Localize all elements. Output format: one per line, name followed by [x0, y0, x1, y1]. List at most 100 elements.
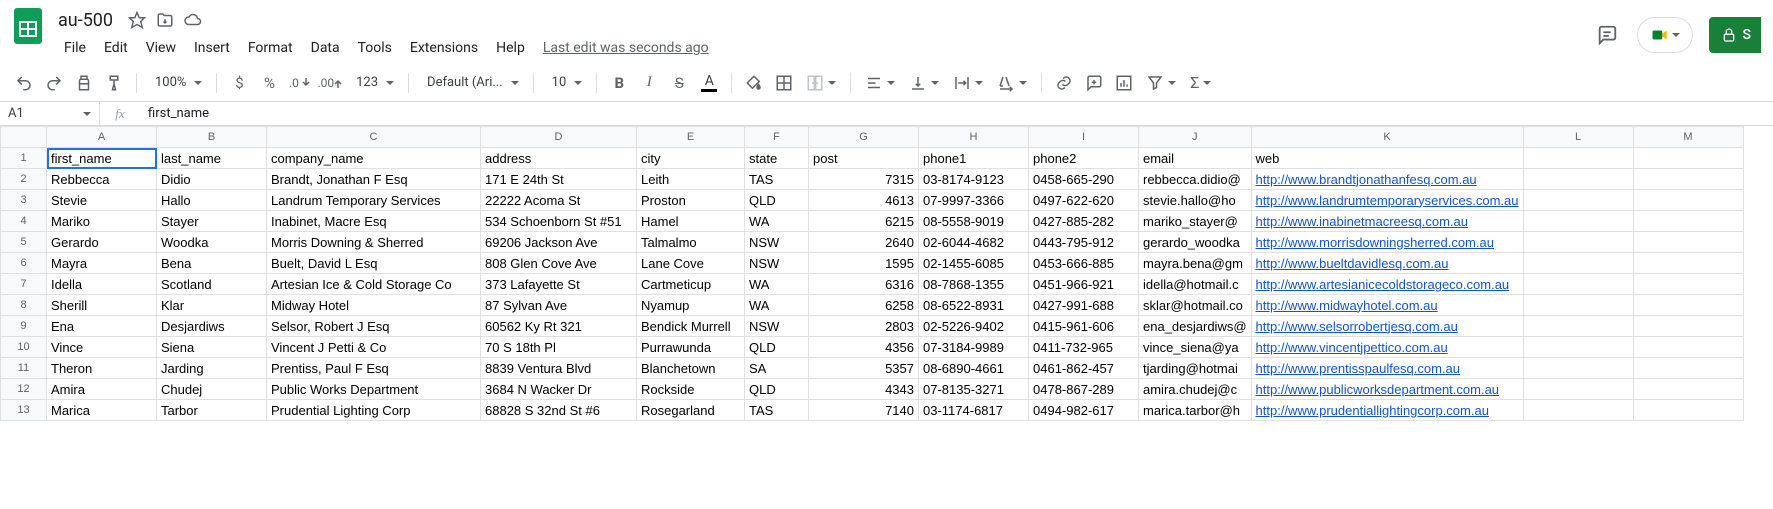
cell[interactable]: 7140: [809, 400, 919, 421]
cell[interactable]: Rebbecca: [47, 169, 157, 190]
cell[interactable]: Midway Hotel: [267, 295, 481, 316]
cell[interactable]: 0427-991-688: [1029, 295, 1139, 316]
row-header[interactable]: 8: [1, 295, 47, 316]
cell[interactable]: web: [1251, 148, 1523, 169]
cell[interactable]: Jarding: [157, 358, 267, 379]
column-header[interactable]: M: [1633, 127, 1743, 148]
cell[interactable]: http://www.inabinetmacreesq.com.au: [1251, 211, 1523, 232]
cell[interactable]: WA: [745, 295, 809, 316]
menu-view[interactable]: View: [138, 36, 184, 60]
cell[interactable]: gerardo_woodka: [1139, 232, 1252, 253]
cell[interactable]: WA: [745, 274, 809, 295]
last-edit-link[interactable]: Last edit was seconds ago: [543, 40, 709, 56]
cell[interactable]: 69206 Jackson Ave: [481, 232, 637, 253]
cell[interactable]: 0494-982-617: [1029, 400, 1139, 421]
cell[interactable]: Didio: [157, 169, 267, 190]
cell[interactable]: 8839 Ventura Blvd: [481, 358, 637, 379]
row-header[interactable]: 7: [1, 274, 47, 295]
cell[interactable]: state: [745, 148, 809, 169]
font-family-dropdown[interactable]: Default (Ari...: [417, 69, 525, 97]
cell[interactable]: 03-1174-6817: [919, 400, 1029, 421]
cell[interactable]: Vince: [47, 337, 157, 358]
cell[interactable]: 373 Lafayette St: [481, 274, 637, 295]
cell-link[interactable]: http://www.inabinetmacreesq.com.au: [1256, 214, 1468, 229]
row-header[interactable]: 3: [1, 190, 47, 211]
format-percent-button[interactable]: %: [255, 69, 283, 97]
cell[interactable]: Hallo: [157, 190, 267, 211]
cell[interactable]: 2803: [809, 316, 919, 337]
cell[interactable]: http://www.prudentiallightingcorp.com.au: [1251, 400, 1523, 421]
cell-link[interactable]: http://www.morrisdowningsherred.com.au: [1256, 235, 1494, 250]
cell[interactable]: 0497-622-620: [1029, 190, 1139, 211]
cell[interactable]: 07-8135-3271: [919, 379, 1029, 400]
cell-link[interactable]: http://www.brandtjonathanfesq.com.au: [1256, 172, 1477, 187]
cell[interactable]: [1523, 358, 1633, 379]
cell[interactable]: http://www.morrisdowningsherred.com.au: [1251, 232, 1523, 253]
cell-link[interactable]: http://www.bueltdavidlesq.com.au: [1256, 256, 1449, 271]
column-header[interactable]: H: [919, 127, 1029, 148]
cell[interactable]: Stayer: [157, 211, 267, 232]
cell[interactable]: Ena: [47, 316, 157, 337]
cell-link[interactable]: http://www.selsorrobertjesq.com.au: [1256, 319, 1458, 334]
cell[interactable]: Chudej: [157, 379, 267, 400]
cell[interactable]: http://www.midwayhotel.com.au: [1251, 295, 1523, 316]
cell[interactable]: 03-8174-9123: [919, 169, 1029, 190]
column-header[interactable]: C: [267, 127, 481, 148]
cell[interactable]: company_name: [267, 148, 481, 169]
cell[interactable]: 08-5558-9019: [919, 211, 1029, 232]
column-header[interactable]: L: [1523, 127, 1633, 148]
print-button[interactable]: [70, 69, 98, 97]
row-header[interactable]: 6: [1, 253, 47, 274]
row-header[interactable]: 5: [1, 232, 47, 253]
cell[interactable]: Brandt, Jonathan F Esq: [267, 169, 481, 190]
cell[interactable]: 07-9997-3366: [919, 190, 1029, 211]
cell[interactable]: [1633, 232, 1743, 253]
column-header[interactable]: F: [745, 127, 809, 148]
cell[interactable]: http://www.bueltdavidlesq.com.au: [1251, 253, 1523, 274]
cell[interactable]: Mayra: [47, 253, 157, 274]
cell[interactable]: Marica: [47, 400, 157, 421]
row-header[interactable]: 10: [1, 337, 47, 358]
cell[interactable]: [1523, 211, 1633, 232]
cell[interactable]: idella@hotmail.c: [1139, 274, 1252, 295]
cell[interactable]: 808 Glen Cove Ave: [481, 253, 637, 274]
cell[interactable]: [1633, 148, 1743, 169]
cell[interactable]: Inabinet, Macre Esq: [267, 211, 481, 232]
row-header[interactable]: 4: [1, 211, 47, 232]
cell[interactable]: amira.chudej@c: [1139, 379, 1252, 400]
row-header[interactable]: 13: [1, 400, 47, 421]
insert-chart-button[interactable]: [1110, 69, 1138, 97]
cell[interactable]: 0411-732-965: [1029, 337, 1139, 358]
cell[interactable]: Bena: [157, 253, 267, 274]
column-header[interactable]: G: [809, 127, 919, 148]
cell[interactable]: Tarbor: [157, 400, 267, 421]
cell[interactable]: 4343: [809, 379, 919, 400]
cell[interactable]: http://www.publicworksdepartment.com.au: [1251, 379, 1523, 400]
text-rotation-dropdown[interactable]: [991, 69, 1033, 97]
cell[interactable]: [1633, 400, 1743, 421]
share-button[interactable]: S: [1709, 17, 1761, 53]
cell[interactable]: [1633, 190, 1743, 211]
cell[interactable]: post: [809, 148, 919, 169]
column-header[interactable]: I: [1029, 127, 1139, 148]
cell[interactable]: [1633, 358, 1743, 379]
cell[interactable]: 22222 Acoma St: [481, 190, 637, 211]
cell[interactable]: Buelt, David L Esq: [267, 253, 481, 274]
paint-format-button[interactable]: [100, 69, 128, 97]
redo-button[interactable]: [40, 69, 68, 97]
cell[interactable]: Klar: [157, 295, 267, 316]
insert-link-button[interactable]: [1050, 69, 1078, 97]
cell[interactable]: [1523, 400, 1633, 421]
cell[interactable]: http://www.brandtjonathanfesq.com.au: [1251, 169, 1523, 190]
cell[interactable]: 70 S 18th Pl: [481, 337, 637, 358]
decrease-decimal-button[interactable]: .0: [285, 69, 313, 97]
cell[interactable]: Hamel: [637, 211, 745, 232]
cell[interactable]: http://www.prentisspaulfesq.com.au: [1251, 358, 1523, 379]
increase-decimal-button[interactable]: .00: [315, 69, 344, 97]
cell[interactable]: city: [637, 148, 745, 169]
zoom-dropdown[interactable]: 100%: [145, 69, 208, 97]
cell[interactable]: 171 E 24th St: [481, 169, 637, 190]
menu-extensions[interactable]: Extensions: [402, 36, 486, 60]
document-name[interactable]: au-500: [52, 8, 119, 33]
cell[interactable]: Scotland: [157, 274, 267, 295]
